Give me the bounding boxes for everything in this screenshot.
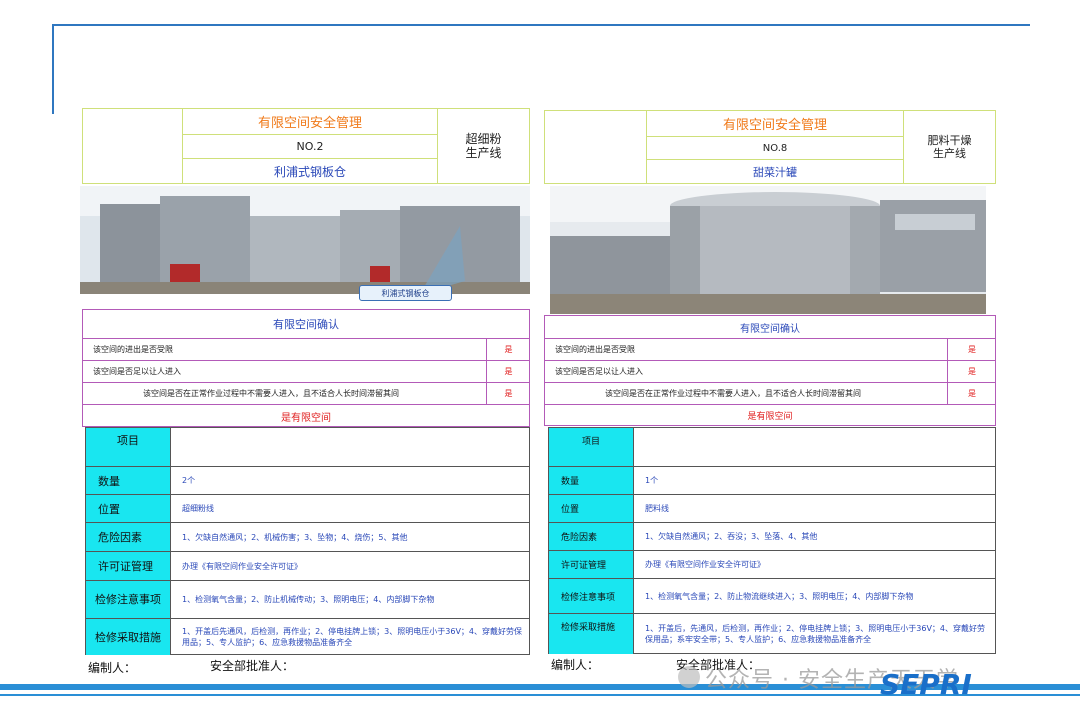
left-approved-by: 安全部批准人：: [210, 659, 295, 673]
right-confirm-row: 该空间的进出是否受限 是: [545, 338, 995, 360]
right-header-name: 甜菜汁罐: [646, 159, 904, 184]
left-info-key: 数量: [86, 467, 171, 494]
left-info-row: 数量 2个: [86, 466, 529, 494]
left-confirm-result: 是有限空间: [83, 404, 529, 427]
left-photo: [80, 186, 530, 294]
left-info-value: 1、欠缺自然通风；2、机械伤害；3、坠物；4、烧伤；5、其他: [182, 532, 408, 542]
right-info-row: 检修采取措施 1、开盖后，先通风，后检测，再作业；2、停电挂牌上锁；3、照明电压…: [549, 613, 995, 654]
left-info-row: 位置 超细粉线: [86, 494, 529, 522]
sepri-logo: SEPRI: [880, 668, 972, 701]
left-prepared-by: 编制人：: [88, 661, 137, 675]
right-info-table: 项目 数量 1个 位置 肥料线 危险因素 1、欠缺自然通风；2、吞没；3、坠落、…: [548, 427, 996, 654]
right-confirm-row: 该空间是否在正常作业过程中不需要人进入，且不适合人长时间滞留其间 是: [545, 382, 995, 404]
left-info-key: 检修采取措施: [86, 619, 171, 655]
right-confirm-table: 有限空间确认 该空间的进出是否受限 是 该空间是否足以让人进入 是 该空间是否在…: [544, 315, 996, 426]
right-info-value: [645, 428, 991, 466]
right-confirm-answer: 是: [947, 383, 996, 404]
left-confirm-row: 该空间是否足以让人进入 是: [83, 360, 529, 382]
left-header-title: 有限空间安全管理: [182, 108, 438, 135]
left-info-key: 项目: [86, 428, 171, 466]
left-header-number: NO.2: [182, 134, 438, 159]
right-header-line: 肥料干燥 生产线: [903, 110, 996, 184]
right-confirm-title: 有限空间确认: [740, 323, 800, 335]
right-info-row: 位置 肥料线: [549, 494, 995, 522]
beet-juice-tank-photo-illustration: [550, 186, 986, 314]
left-confirm-row: 该空间是否在正常作业过程中不需要人进入，且不适合人长时间滞留其间 是: [83, 382, 529, 404]
left-info-row: 项目: [86, 428, 529, 466]
left-info-key: 危险因素: [86, 523, 171, 551]
left-photo-callout: 利浦式钢板仓: [359, 285, 452, 301]
left-info-row: 许可证管理 办理《有限空间作业安全许可证》: [86, 551, 529, 580]
left-info-key: 位置: [86, 495, 171, 522]
right-confirm-answer: 是: [947, 339, 996, 360]
right-info-value: 1、欠缺自然通风；2、吞没；3、坠落、4、其他: [645, 532, 818, 541]
right-info-key: 许可证管理: [549, 551, 634, 578]
left-confirm-table: 有限空间确认 该空间的进出是否受限 是 该空间是否足以让人进入 是 该空间是否在…: [82, 309, 530, 427]
right-info-value: 办理《有限空间作业安全许可证》: [645, 560, 765, 569]
right-confirm-question: 该空间是否在正常作业过程中不需要人进入，且不适合人长时间滞留其间: [605, 389, 861, 398]
right-info-row: 检修注意事项 1、检测氧气含量；2、防止物流继续进入；3、照明电压；4、内部脚下…: [549, 578, 995, 613]
frame-top-line: [52, 24, 1030, 26]
right-confirm-row: 该空间是否足以让人进入 是: [545, 360, 995, 382]
left-confirm-question: 该空间是否在正常作业过程中不需要人进入，且不适合人长时间滞留其间: [143, 389, 399, 398]
left-info-value: 超细粉线: [182, 504, 214, 513]
left-info-value: 办理《有限空间作业安全许可证》: [182, 561, 302, 571]
right-info-value: 1个: [645, 476, 659, 485]
left-header-blank: [82, 108, 183, 184]
left-confirm-answer: 是: [486, 339, 530, 360]
left-info-row: 检修注意事项 1、检测氧气含量；2、防止机械传动；3、照明电压；4、内部脚下杂物: [86, 580, 529, 618]
right-info-key: 检修注意事项: [549, 579, 634, 613]
right-confirm-question: 该空间是否足以让人进入: [555, 367, 643, 376]
steel-silo-photo-illustration: [80, 186, 530, 294]
right-info-row: 危险因素 1、欠缺自然通风；2、吞没；3、坠落、4、其他: [549, 522, 995, 550]
left-info-key: 许可证管理: [86, 552, 171, 580]
right-info-key: 检修采取措施: [549, 614, 634, 654]
left-header-line: 超细粉 生产线: [437, 108, 530, 184]
right-confirm-answer: 是: [947, 361, 996, 382]
left-confirm-title: 有限空间确认: [273, 318, 339, 331]
right-header-blank: [544, 110, 647, 184]
left-info-key: 检修注意事项: [86, 581, 171, 618]
wechat-icon: [678, 666, 700, 688]
frame-left-line: [52, 24, 54, 114]
right-confirm-question: 该空间的进出是否受限: [555, 345, 635, 354]
right-info-key: 数量: [549, 467, 634, 494]
right-info-value: 1、开盖后，先通风，后检测，再作业；2、停电挂牌上锁；3、照明电压小于36V；4…: [645, 624, 986, 644]
left-info-row: 危险因素 1、欠缺自然通风；2、机械伤害；3、坠物；4、烧伤；5、其他: [86, 522, 529, 551]
left-info-value: 1、开盖后先通风，后检测，再作业；2、停电挂牌上锁；3、照明电压小于36V；4、…: [182, 627, 523, 647]
right-prepared-by: 编制人：: [551, 658, 600, 672]
left-confirm-row: 该空间的进出是否受限 是: [83, 338, 529, 360]
left-header-name: 利浦式钢板仓: [182, 158, 438, 184]
left-info-value: [182, 428, 525, 466]
left-confirm-answer: 是: [486, 361, 530, 382]
left-info-table: 项目 数量 2个 位置 超细粉线 危险因素 1、欠缺自然通风；2、机械伤害；3、…: [85, 427, 530, 655]
right-info-row: 数量 1个: [549, 466, 995, 494]
left-info-value: 2个: [182, 476, 196, 485]
right-info-key: 危险因素: [549, 523, 634, 550]
right-info-row: 项目: [549, 428, 995, 466]
right-info-key: 位置: [549, 495, 634, 522]
right-header-title: 有限空间安全管理: [646, 110, 904, 137]
left-info-value: 1、检测氧气含量；2、防止机械传动；3、照明电压；4、内部脚下杂物: [182, 595, 435, 604]
right-confirm-result: 是有限空间: [545, 404, 995, 426]
left-confirm-answer: 是: [486, 383, 530, 404]
right-photo: [550, 186, 986, 314]
right-info-value: 肥料线: [645, 504, 669, 513]
right-info-value: 1、检测氧气含量；2、防止物流继续进入；3、照明电压；4、内部脚下杂物: [645, 591, 914, 601]
left-confirm-question: 该空间的进出是否受限: [93, 345, 173, 354]
right-info-key: 项目: [549, 428, 634, 466]
right-info-row: 许可证管理 办理《有限空间作业安全许可证》: [549, 550, 995, 578]
left-confirm-question: 该空间是否足以让人进入: [93, 367, 181, 376]
right-header-number: NO.8: [646, 136, 904, 160]
left-info-row: 检修采取措施 1、开盖后先通风，后检测，再作业；2、停电挂牌上锁；3、照明电压小…: [86, 618, 529, 655]
